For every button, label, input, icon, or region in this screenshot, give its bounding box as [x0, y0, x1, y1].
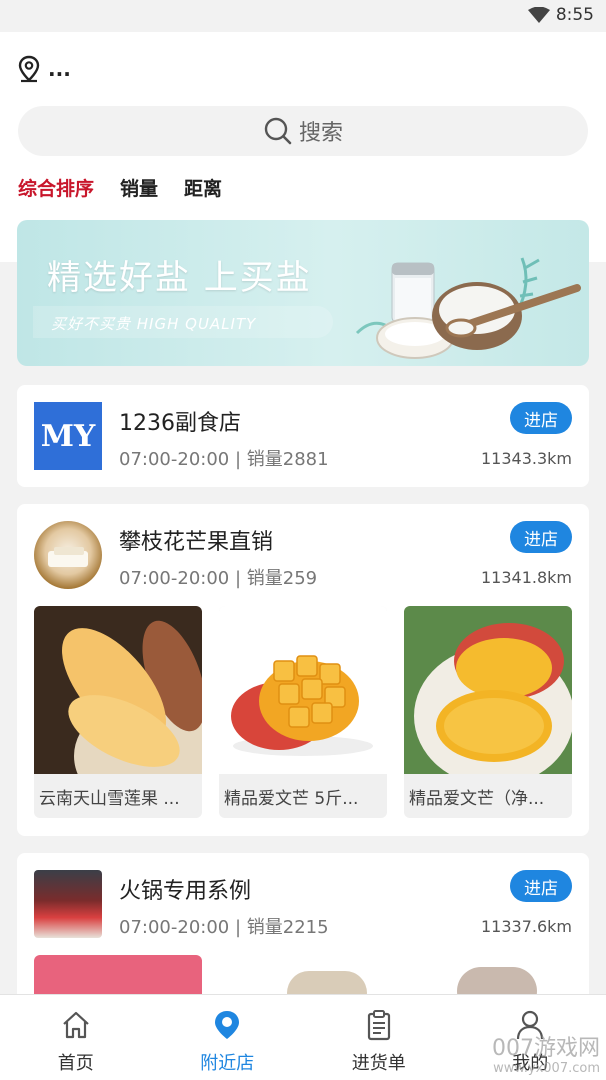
enter-store-button[interactable]: 进店	[510, 402, 572, 434]
nav-purchase-list[interactable]: 进货单	[303, 995, 455, 1080]
nav-nearby-label: 附近店	[200, 1053, 255, 1074]
banner-slogan: 买好不买贵 HIGH QUALITY	[51, 315, 257, 333]
store-distance: 11343.3km	[480, 449, 572, 468]
wifi-icon	[528, 7, 550, 23]
home-icon	[63, 1011, 89, 1039]
store-meta: 07:00-20:00 | 销量2881	[119, 449, 329, 470]
store-name: 1236副食店	[119, 411, 241, 436]
store-logo	[34, 870, 102, 938]
banner-title: 精选好盐 上买盐	[47, 258, 312, 298]
product-name: 精品爱文芒（净...	[409, 789, 545, 809]
watermark-url: www.yx007.com	[493, 1061, 600, 1076]
store-name: 火锅专用系例	[119, 879, 252, 904]
status-bar: 8:55	[0, 0, 606, 32]
yacon-product-image	[34, 606, 202, 774]
promo-banner[interactable]: 精选好盐 上买盐 买好不买贵 HIGH QUALITY	[17, 220, 589, 366]
nav-purchase-list-label: 进货单	[351, 1053, 406, 1074]
nav-home-label: 首页	[57, 1053, 94, 1074]
clipboard-icon	[367, 1010, 390, 1041]
store-meta: 07:00-20:00 | 销量259	[119, 568, 318, 589]
store-logo-text: MY	[40, 418, 96, 454]
store-card[interactable]: 攀枝花芒果直销 07:00-20:00 | 销量259 进店 11341.8km…	[17, 504, 589, 836]
product-card[interactable]: 云南天山雪莲果 ...	[34, 606, 202, 818]
sort-tab-comprehensive[interactable]: 综合排序	[18, 174, 94, 201]
mango-halves-product-image	[404, 606, 572, 774]
nav-home[interactable]: 首页	[0, 995, 152, 1080]
product-card[interactable]: 精品爱文芒 5斤...	[219, 606, 387, 818]
food-platter-image	[48, 547, 88, 567]
product-name: 云南天山雪莲果 ...	[39, 789, 180, 809]
store-card[interactable]: MY 1236副食店 07:00-20:00 | 销量2881 进店 11343…	[17, 385, 589, 487]
store-meta: 07:00-20:00 | 销量2215	[119, 917, 329, 938]
store-logo	[34, 521, 102, 589]
store-logo: MY	[34, 402, 102, 470]
nav-nearby[interactable]: 附近店	[152, 995, 304, 1080]
location-pin-icon	[18, 55, 40, 83]
location-pin-icon	[215, 1011, 240, 1039]
store-name: 攀枝花芒果直销	[119, 530, 274, 555]
sort-tabs: 综合排序 销量 距离	[18, 174, 248, 201]
location-text: ...	[48, 57, 71, 81]
sort-tab-distance[interactable]: 距离	[184, 174, 222, 201]
location-selector[interactable]: ...	[18, 52, 71, 86]
store-distance: 11341.8km	[480, 568, 572, 587]
enter-store-button[interactable]: 进店	[510, 521, 572, 553]
watermark-text: 007游戏网	[492, 1036, 600, 1061]
mango-cubes-product-image	[219, 606, 387, 774]
enter-store-button[interactable]: 进店	[510, 870, 572, 902]
status-time: 8:55	[555, 5, 594, 25]
search-placeholder: 搜索	[298, 121, 343, 146]
search-input[interactable]: 搜索	[18, 106, 588, 156]
search-icon	[264, 117, 292, 145]
product-card[interactable]: 精品爱文芒（净...	[404, 606, 572, 818]
product-name: 精品爱文芒 5斤...	[224, 789, 359, 809]
sort-tab-sales[interactable]: 销量	[120, 174, 158, 201]
salt-products-image	[355, 257, 581, 359]
store-distance: 11337.6km	[480, 917, 572, 936]
watermark: 007游戏网 www.yx007.com	[492, 1036, 600, 1076]
